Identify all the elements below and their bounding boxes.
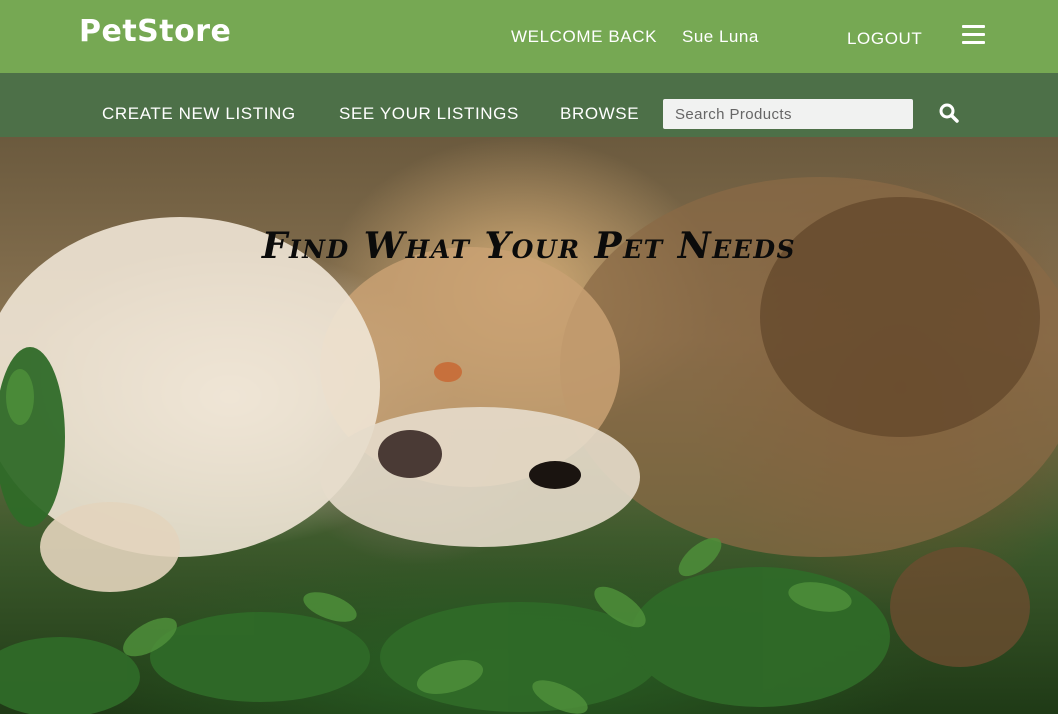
search-input[interactable] [663,99,913,129]
search-icon[interactable] [938,102,960,124]
username: Sue Luna [682,27,759,46]
hamburger-menu-icon[interactable] [962,25,985,44]
hero-title: Find What Your Pet Needs [261,225,797,267]
nav-see-your-listings[interactable]: SEE YOUR LISTINGS [339,104,519,124]
logout-button[interactable]: LOGOUT [847,29,922,49]
top-header: PetStore WELCOME BACK Sue Luna LOGOUT [0,0,1058,73]
nav-browse[interactable]: BROWSE [560,104,639,124]
welcome-label: WELCOME BACK [511,27,658,46]
main-nav: CREATE NEW LISTING SEE YOUR LISTINGS BRO… [0,73,1058,137]
logo[interactable]: PetStore [79,14,231,49]
hero-banner: Find What Your Pet Needs [0,137,1058,714]
nav-create-new-listing[interactable]: CREATE NEW LISTING [102,104,296,124]
hero-image [0,177,1058,714]
